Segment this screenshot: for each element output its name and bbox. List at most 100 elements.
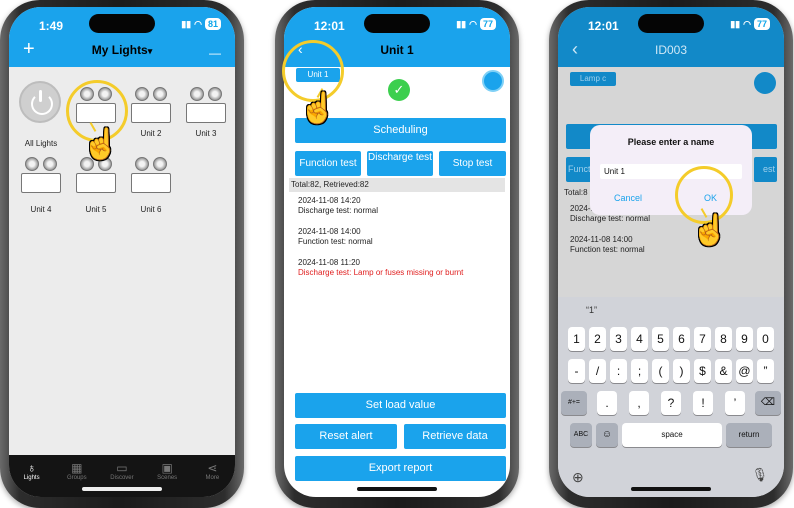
wifi-icon: ◠ [194, 18, 202, 29]
unit-tag-button[interactable]: Lamp c [570, 72, 616, 86]
keyboard-key[interactable]: ; [631, 359, 648, 383]
log-result: Discharge test: normal [298, 206, 379, 215]
keyboard-key[interactable]: 0 [757, 327, 774, 351]
light-fixture-icon [21, 157, 61, 193]
status-icons: ▮▮ ◠ 77 [730, 18, 770, 30]
light-tile-unit-3[interactable]: Unit 3 [184, 87, 228, 138]
cancel-button[interactable]: Cancel [614, 193, 642, 203]
status-icons: ▮▮ ◠ 77 [456, 18, 496, 30]
lightbulb-icon: ♁ [27, 461, 37, 475]
light-fixture-icon [76, 157, 116, 193]
discharge-test-button[interactable]: Discharge test [367, 151, 433, 176]
keyboard-key[interactable]: , [629, 391, 649, 415]
page-title: ID003 [654, 43, 688, 57]
keyboard-key[interactable]: ? [661, 391, 681, 415]
reset-alert-button[interactable]: Reset alert [295, 424, 397, 449]
remove-button[interactable]: — [209, 43, 221, 63]
tab-label: Scenes [157, 475, 178, 481]
tab-groups[interactable]: ▦ Groups [59, 461, 95, 497]
signal-icon: ▮▮ [456, 18, 467, 29]
share-icon: ⋖ [207, 461, 218, 475]
settings-icon[interactable] [754, 72, 776, 94]
keyboard-key[interactable]: 7 [694, 327, 711, 351]
keyboard-key[interactable]: & [715, 359, 732, 383]
function-test-button[interactable]: Function test [295, 151, 361, 176]
stop-test-button-partial[interactable]: est [754, 157, 777, 182]
suggestion-item[interactable]: “1” [586, 305, 597, 315]
dynamic-island [89, 14, 155, 33]
emoji-key[interactable]: ☺ [596, 423, 618, 447]
log-entry: 2024-11-08 14:20 Discharge test: normal [298, 196, 378, 216]
settings-icon[interactable] [482, 70, 504, 92]
all-lights-power-button[interactable] [19, 81, 61, 123]
keyboard-key[interactable]: 3 [610, 327, 627, 351]
discover-icon: ▭ [116, 461, 128, 475]
return-key[interactable]: return [726, 423, 772, 447]
dynamic-island [638, 14, 704, 33]
keyboard-suggestion-bar: “1” [558, 297, 784, 323]
globe-icon[interactable]: ⊕ [572, 469, 584, 486]
dialog-title: Please enter a name [627, 137, 715, 147]
stop-test-button[interactable]: Stop test [439, 151, 506, 176]
log-time: 2024-11-08 11:20 [298, 258, 360, 267]
phone-1-screen: 1:49 ▮▮ ◠ 81 + My Lights▾ — All Lights U… [9, 7, 235, 497]
nav-title-dropdown[interactable]: My Lights▾ [9, 43, 235, 57]
microphone-icon[interactable]: 🎙︎ [751, 467, 768, 483]
light-label: Unit 5 [85, 205, 107, 214]
keyboard-key[interactable]: ” [757, 359, 774, 383]
keyboard-row-punct: #+= .,?! ’ ⌫ [558, 391, 784, 415]
tab-lights[interactable]: ♁ Lights [14, 461, 50, 497]
key-abc[interactable]: ABC [570, 423, 592, 447]
battery-icon: 81 [204, 18, 221, 30]
set-load-value-button[interactable]: Set load value [295, 393, 506, 418]
wifi-icon: ◠ [743, 18, 751, 29]
log-result: Function test: normal [570, 245, 645, 254]
keyboard-key[interactable]: 6 [673, 327, 690, 351]
status-time: 1:49 [39, 19, 64, 33]
keyboard-key[interactable]: ! [693, 391, 713, 415]
keyboard-key[interactable]: : [610, 359, 627, 383]
keyboard-key[interactable]: ’ [725, 391, 745, 415]
light-tile-unit-2[interactable]: Unit 2 [129, 87, 173, 138]
tab-more[interactable]: ⋖ More [194, 461, 230, 497]
keyboard-key[interactable]: ) [673, 359, 690, 383]
keyboard-key[interactable]: . [597, 391, 617, 415]
tab-label: Groups [66, 475, 87, 481]
keyboard-row-numbers: 1234567890 [558, 327, 784, 351]
totals-bar: Total:82, Retrieved:82 [289, 178, 505, 192]
space-key[interactable]: space [622, 423, 722, 447]
log-entry: 2024-11-08 14:00 Function test: normal [570, 235, 645, 255]
keyboard-key[interactable]: 4 [631, 327, 648, 351]
light-label: Unit 3 [195, 129, 217, 138]
pointing-hand-icon: ☝ [299, 92, 337, 125]
tab-discover[interactable]: ▭ Discover [104, 461, 140, 497]
keyboard-key[interactable]: - [568, 359, 585, 383]
phone-2: 12:01 ▮▮ ◠ 77 ‹ Unit 1 Unit 1 ✓ Scheduli… [275, 0, 519, 508]
phone-3-screen: 12:01 ▮▮ ◠ 77 ‹ ID003 Lamp c Funct est T… [558, 7, 784, 497]
export-report-button[interactable]: Export report [295, 456, 506, 481]
light-fixture-icon [131, 157, 171, 193]
keyboard-key[interactable]: @ [736, 359, 753, 383]
keyboard-key[interactable]: $ [694, 359, 711, 383]
keyboard-key[interactable]: 1 [568, 327, 585, 351]
status-time: 12:01 [314, 19, 345, 33]
tab-label: Discover [110, 475, 134, 481]
key-symbols[interactable]: #+= [561, 391, 587, 415]
tab-scenes[interactable]: ▣ Scenes [149, 461, 185, 497]
chevron-down-icon: ▾ [147, 46, 153, 56]
keyboard-key[interactable]: / [589, 359, 606, 383]
log-result: Function test: normal [298, 237, 373, 246]
keyboard-key[interactable]: ( [652, 359, 669, 383]
keyboard-key[interactable]: 9 [736, 327, 753, 351]
keyboard-key[interactable]: 2 [589, 327, 606, 351]
light-tile-unit-5[interactable]: Unit 5 [74, 157, 118, 214]
light-tile-unit-6[interactable]: Unit 6 [129, 157, 173, 214]
keyboard-key[interactable]: 5 [652, 327, 669, 351]
battery-icon: 77 [479, 18, 496, 30]
retrieve-data-button[interactable]: Retrieve data [404, 424, 506, 449]
light-tile-unit-4[interactable]: Unit 4 [19, 157, 63, 214]
keyboard-key[interactable]: 8 [715, 327, 732, 351]
signal-icon: ▮▮ [181, 18, 192, 29]
status-icons: ▮▮ ◠ 81 [181, 18, 221, 30]
backspace-key[interactable]: ⌫ [755, 391, 781, 415]
